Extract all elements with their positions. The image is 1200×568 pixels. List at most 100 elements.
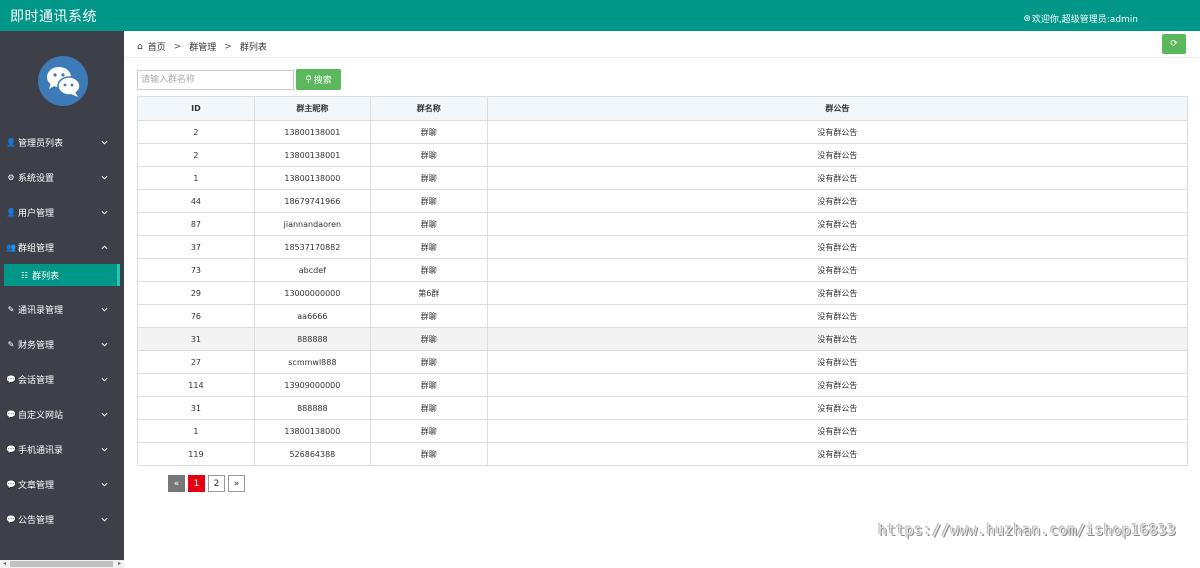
cell-group-name: 第6群 (369, 281, 488, 305)
cell-id: 73 (137, 258, 255, 282)
chevron-down-icon (101, 447, 108, 452)
sidebar-menu: 👤 管理员列表 ⚙ 系统设置 👤 用户管理 👥 群组管理 ☷ 群列表 ✎ 通讯录管理 ✎ 财务管理 💬 会话管… (0, 125, 124, 537)
cell-id: 31 (137, 327, 255, 351)
cell-group-name: 群聊 (369, 327, 488, 351)
cell-id: 119 (137, 442, 255, 466)
table-row[interactable]: 2 13800138001 群聊 没有群公告 (137, 120, 1189, 144)
breadcrumb-home[interactable]: 首页 (148, 40, 166, 53)
sidebar-item[interactable]: 💬 会话管理 (0, 362, 124, 397)
search-button[interactable]: ⚲ 搜索 (296, 69, 341, 90)
column-header-owner: 群主昵称 (253, 96, 371, 121)
chevron-down-icon (101, 342, 108, 347)
cell-group-name: 群聊 (369, 442, 488, 466)
chevron-down-icon (101, 412, 108, 417)
table-row[interactable]: 1 13800138000 群聊 没有群公告 (137, 166, 1189, 190)
sidebar-item[interactable]: ✎ 通讯录管理 (0, 292, 124, 327)
scroll-right-icon[interactable]: ▸ (115, 560, 124, 568)
sidebar-item-label: 用户管理 (18, 209, 55, 219)
cell-notice: 没有群公告 (486, 442, 1189, 466)
sidebar-item[interactable]: 👥 群组管理 (0, 230, 124, 265)
sidebar-item[interactable]: 💬 公告管理 (0, 502, 124, 537)
sidebar-item-label: 管理员列表 (18, 139, 64, 149)
cell-notice: 没有群公告 (486, 350, 1189, 374)
table-row[interactable]: 31 888888 群聊 没有群公告 (137, 327, 1189, 351)
edit-icon: ✎ (7, 340, 15, 349)
prev-page-button[interactable]: « (168, 475, 185, 492)
refresh-icon: ⟳ (1170, 39, 1178, 49)
breadcrumb-separator: > (173, 41, 182, 52)
breadcrumb: ⌂ 首页 > 群管理 > 群列表 (137, 40, 267, 54)
cell-id: 27 (137, 350, 255, 374)
sidebar-item[interactable]: ⚙ 系统设置 (0, 160, 124, 195)
cell-owner: 13800138000 (253, 419, 371, 443)
cell-owner: jiannandaoren (253, 212, 371, 236)
sidebar-item-label: 会话管理 (18, 376, 55, 386)
scrollbar-thumb[interactable] (10, 561, 113, 567)
sidebar-item-label: 自定义网站 (18, 411, 64, 421)
group-name-search-input[interactable] (137, 70, 294, 90)
table-row[interactable]: 1 13800138000 群聊 没有群公告 (137, 419, 1189, 443)
cell-owner: 13909000000 (253, 373, 371, 397)
user-circle-icon: ⊛ (1023, 13, 1031, 24)
sidebar-subitem-group-list[interactable]: ☷ 群列表 (4, 264, 120, 286)
cell-owner: aa6666 (253, 304, 371, 328)
sidebar-item[interactable]: ✎ 财务管理 (0, 327, 124, 362)
table-row[interactable]: 2 13800138001 群聊 没有群公告 (137, 143, 1189, 167)
sidebar-item[interactable]: 👤 管理员列表 (0, 125, 124, 160)
table-row[interactable]: 37 18537170882 群聊 没有群公告 (137, 235, 1189, 259)
table-row[interactable]: 73 abcdef 群聊 没有群公告 (137, 258, 1189, 282)
chat-icon: 💬 (6, 375, 16, 384)
table-row[interactable]: 27 scmmwl888 群聊 没有群公告 (137, 350, 1189, 374)
table-row[interactable]: 44 18679741966 群聊 没有群公告 (137, 189, 1189, 213)
table-row[interactable]: 76 aa6666 群聊 没有群公告 (137, 304, 1189, 328)
edit-icon: ✎ (7, 305, 15, 314)
chevron-down-icon (101, 307, 108, 312)
table-row[interactable]: 31 888888 群聊 没有群公告 (137, 396, 1189, 420)
cell-id: 2 (137, 120, 255, 144)
column-header-group-name: 群名称 (369, 96, 488, 121)
cell-group-name: 群聊 (369, 189, 488, 213)
cell-notice: 没有群公告 (486, 258, 1189, 282)
sidebar-item-label: 手机通讯录 (18, 446, 64, 456)
sidebar-item[interactable]: 💬 自定义网站 (0, 397, 124, 432)
breadcrumb-group-manage[interactable]: 群管理 (189, 40, 216, 53)
cell-group-name: 群聊 (369, 120, 488, 144)
cell-group-name: 群聊 (369, 258, 488, 282)
cell-id: 87 (137, 212, 255, 236)
page-1-button[interactable]: 1 (188, 475, 205, 492)
cell-id: 114 (137, 373, 255, 397)
sidebar: 👤 管理员列表 ⚙ 系统设置 👤 用户管理 👥 群组管理 ☷ 群列表 ✎ 通讯录管理 ✎ 财务管理 💬 会话管… (0, 31, 124, 568)
sidebar-item[interactable]: 💬 手机通讯录 (0, 432, 124, 467)
table-row[interactable]: 87 jiannandaoren 群聊 没有群公告 (137, 212, 1189, 236)
page-2-button[interactable]: 2 (208, 475, 225, 492)
chat-icon: 💬 (6, 410, 16, 419)
cell-notice: 没有群公告 (486, 120, 1189, 144)
cell-notice: 没有群公告 (486, 281, 1189, 305)
cell-group-name: 群聊 (369, 419, 488, 443)
user-icon: 👤 (6, 208, 16, 217)
cell-owner: 888888 (253, 327, 371, 351)
table-row[interactable]: 114 13909000000 群聊 没有群公告 (137, 373, 1189, 397)
sidebar-item[interactable]: 💬 文章管理 (0, 467, 124, 502)
cell-owner: 13800138001 (253, 120, 371, 144)
watermark-text: https://www.huzhan.com/ishop16833 (877, 521, 1176, 539)
cell-id: 1 (137, 166, 255, 190)
pagination: « 1 2 » (168, 475, 245, 492)
cell-owner: 18537170882 (253, 235, 371, 259)
cell-owner: abcdef (253, 258, 371, 282)
scroll-left-icon[interactable]: ◂ (0, 560, 9, 568)
sidebar-item[interactable]: 👤 用户管理 (0, 195, 124, 230)
chat-icon: 💬 (6, 515, 16, 524)
next-page-button[interactable]: » (228, 475, 245, 492)
cell-notice: 没有群公告 (486, 189, 1189, 213)
group-table: ID 群主昵称 群名称 群公告 2 13800138001 群聊 没有群公告 2 1380… (137, 96, 1189, 466)
sidebar-item-label: 通讯录管理 (18, 306, 64, 316)
sidebar-scrollbar[interactable]: ◂ ▸ (0, 560, 124, 568)
app-title: 即时通讯系统 (10, 9, 97, 25)
table-row[interactable]: 29 13000000000 第6群 没有群公告 (137, 281, 1189, 305)
refresh-button[interactable]: ⟳ (1162, 34, 1186, 54)
cell-id: 2 (137, 143, 255, 167)
cell-group-name: 群聊 (369, 373, 488, 397)
search-icon: ⚲ (305, 74, 312, 84)
table-row[interactable]: 119 526864388 群聊 没有群公告 (137, 442, 1189, 466)
